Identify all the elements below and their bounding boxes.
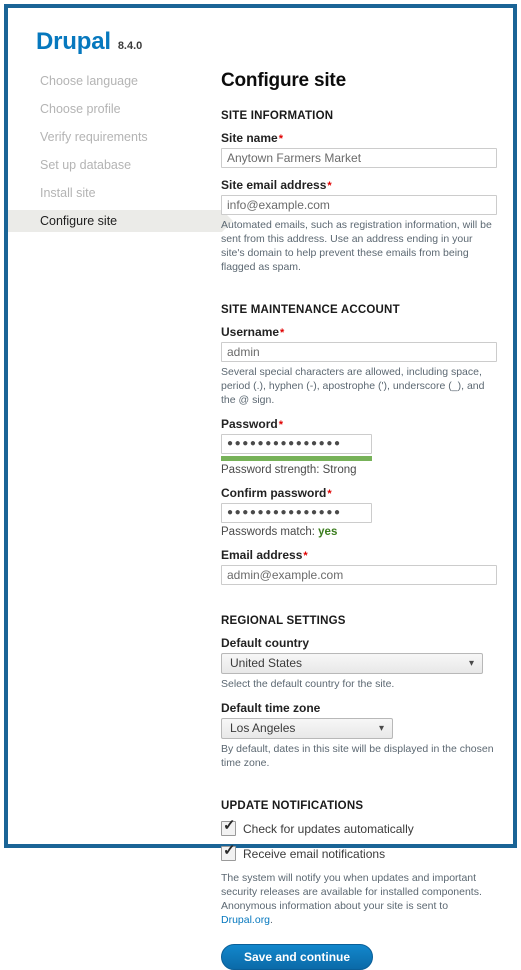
checkmark-icon: ✓ [223, 817, 236, 834]
site-email-input[interactable] [221, 195, 497, 215]
section-title-regional-settings: REGIONAL SETTINGS [221, 615, 346, 627]
label-site-email-text: Site email address [221, 178, 327, 192]
label-site-email: Site email address* [221, 178, 497, 192]
checkbox-row-check-updates[interactable]: ✓ Check for updates automatically [221, 817, 497, 836]
install-task-list: Choose language Choose profile Verify re… [8, 70, 233, 238]
required-marker: * [327, 180, 332, 192]
passwords-match-prefix: Passwords match: [221, 526, 319, 538]
site-name-input[interactable] [221, 148, 497, 168]
task-item-configure-site: Configure site [8, 210, 233, 232]
password-strength-fill [221, 456, 372, 461]
account-email-input[interactable] [221, 565, 497, 585]
password-strength-label: Password strength: Strong [221, 464, 357, 476]
confirm-password-masked-value: ●●●●●●●●●●●●●●● [227, 507, 342, 518]
section-title-maintenance-account: SITE MAINTENANCE ACCOUNT [221, 304, 400, 316]
label-account-email: Email address* [221, 548, 497, 562]
default-country-value: United States [230, 656, 303, 670]
default-timezone-description: By default, dates in this site will be d… [221, 743, 494, 769]
required-marker: * [278, 419, 283, 431]
drupal-branding: Drupal 8.4.0 [36, 28, 142, 56]
label-default-country: Default country [221, 636, 310, 650]
default-timezone-value: Los Angeles [230, 721, 296, 735]
task-item-choose-language: Choose language [40, 74, 138, 88]
required-marker: * [327, 488, 332, 500]
passwords-match-value: yes [318, 526, 338, 538]
field-site-name: Site name* [221, 131, 497, 168]
email-notifications-label: Receive email notifications [243, 846, 386, 861]
label-username-text: Username [221, 325, 280, 339]
section-title-update-notifications: UPDATE NOTIFICATIONS [221, 800, 364, 812]
installer-page: Drupal 8.4.0 Choose language Choose prof… [8, 8, 513, 970]
checkmark-icon: ✓ [223, 842, 236, 859]
required-marker: * [303, 550, 308, 562]
label-confirm-password-text: Confirm password [221, 486, 327, 500]
chevron-down-icon: ▾ [468, 658, 474, 669]
label-account-email-text: Email address [221, 548, 303, 562]
field-confirm-password: Confirm password* ●●●●●●●●●●●●●●● Passwo… [221, 486, 497, 538]
chevron-down-icon: ▾ [378, 723, 384, 734]
check-updates-checkbox[interactable]: ✓ [221, 817, 236, 836]
confirm-password-input[interactable]: ●●●●●●●●●●●●●●● [221, 503, 372, 523]
required-marker: * [280, 327, 285, 339]
password-strength-meter [221, 456, 372, 461]
task-item-verify-requirements: Verify requirements [40, 130, 148, 144]
section-title-site-information: SITE INFORMATION [221, 110, 334, 122]
task-item-install-site: Install site [40, 186, 96, 200]
page-title: Configure site [221, 70, 346, 91]
checkbox-row-email-notifications[interactable]: ✓ Receive email notifications [221, 842, 497, 861]
form-actions: Save and continue [221, 944, 497, 970]
label-site-name: Site name* [221, 131, 497, 145]
installer-page-frame: Drupal 8.4.0 Choose language Choose prof… [4, 4, 517, 970]
label-confirm-password: Confirm password* [221, 486, 497, 500]
label-default-timezone: Default time zone [221, 701, 321, 715]
save-and-continue-button[interactable]: Save and continue [221, 944, 374, 970]
field-username: Username* Several special characters are… [221, 325, 497, 407]
email-notifications-checkbox[interactable]: ✓ [221, 842, 236, 861]
check-updates-label: Check for updates automatically [243, 821, 414, 836]
field-account-email: Email address* [221, 548, 497, 585]
field-default-timezone: Default time zone Los Angeles ▾ By defau… [221, 701, 497, 770]
default-country-description: Select the default country for the site. [221, 678, 395, 690]
update-notifications-description: The system will notify you when updates … [221, 871, 497, 927]
field-password: Password* ●●●●●●●●●●●●●●● Password stren… [221, 417, 497, 476]
drupal-version-label: 8.4.0 [117, 40, 143, 52]
label-site-name-text: Site name [221, 131, 278, 145]
default-country-select[interactable]: United States ▾ [221, 653, 483, 674]
field-site-email: Site email address* Automated emails, su… [221, 178, 497, 274]
drupal-org-link[interactable]: Drupal.org [221, 914, 270, 926]
field-default-country: Default country United States ▾ Select t… [221, 636, 497, 691]
password-input[interactable]: ●●●●●●●●●●●●●●● [221, 434, 372, 454]
required-marker: * [278, 133, 283, 145]
site-email-description: Automated emails, such as registration i… [221, 219, 492, 273]
username-input[interactable] [221, 342, 497, 362]
label-password-text: Password [221, 417, 278, 431]
drupal-logo-text: Drupal [36, 28, 111, 55]
label-password: Password* [221, 417, 497, 431]
label-username: Username* [221, 325, 497, 339]
configure-site-form: Configure site SITE INFORMATION Site nam… [221, 70, 497, 970]
default-timezone-select[interactable]: Los Angeles ▾ [221, 718, 393, 739]
password-masked-value: ●●●●●●●●●●●●●●● [227, 438, 342, 449]
task-item-choose-profile: Choose profile [40, 102, 121, 116]
task-item-set-up-database: Set up database [40, 158, 132, 172]
update-notifications-description-before: The system will notify you when updates … [221, 872, 482, 912]
update-notifications-description-after: . [270, 914, 273, 926]
username-description: Several special characters are allowed, … [221, 366, 485, 406]
passwords-match-status: Passwords match: yes [221, 526, 497, 538]
